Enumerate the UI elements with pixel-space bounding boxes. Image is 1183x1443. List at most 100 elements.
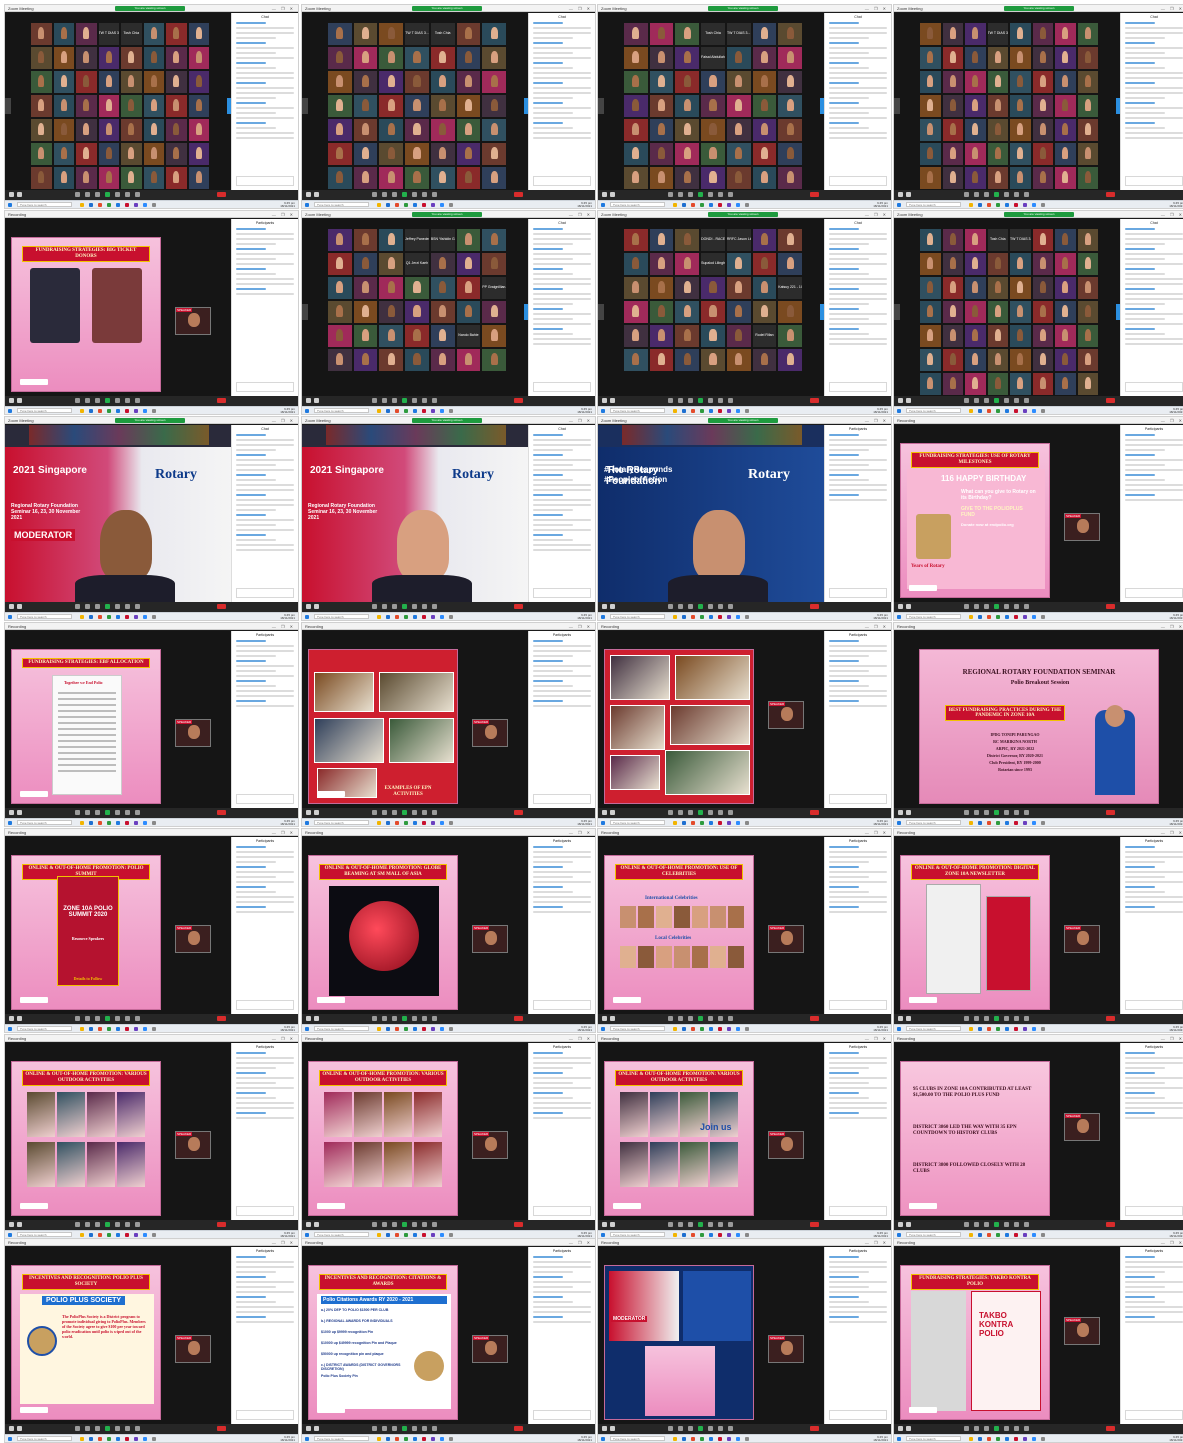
control-button[interactable] (602, 398, 607, 403)
participant-tile[interactable] (1077, 253, 1098, 275)
control-button[interactable] (306, 604, 311, 609)
participant-tile[interactable] (405, 167, 429, 189)
participant-row[interactable] (236, 1062, 294, 1064)
control-button[interactable] (432, 604, 437, 609)
participant-tile[interactable] (143, 47, 164, 69)
taskbar-search-input[interactable]: Type here to search (610, 820, 665, 825)
participant-tile[interactable] (675, 71, 700, 93)
participant-tile[interactable] (942, 301, 963, 323)
control-button[interactable] (372, 604, 377, 609)
participant-row[interactable] (236, 871, 294, 873)
participants-actions[interactable] (236, 1000, 294, 1010)
participant-row[interactable] (533, 660, 563, 662)
control-button[interactable] (382, 1426, 387, 1431)
participant-tile[interactable] (405, 71, 429, 93)
taskbar-app-icon[interactable] (98, 615, 102, 619)
taskbar-app-icon[interactable] (1041, 615, 1045, 619)
leave-button[interactable] (217, 192, 226, 197)
participant-tile[interactable] (456, 301, 481, 323)
control-button[interactable] (708, 604, 713, 609)
control-button[interactable] (1024, 1016, 1029, 1021)
taskbar-app-icon[interactable] (449, 203, 453, 207)
participant-tile[interactable] (624, 301, 648, 323)
leave-button[interactable] (514, 192, 523, 197)
taskbar-app-icon[interactable] (1014, 1027, 1018, 1031)
taskbar-app-icon[interactable] (152, 1027, 156, 1031)
participant-row[interactable] (829, 655, 869, 657)
participant-row[interactable] (533, 675, 591, 677)
participant-tile[interactable] (430, 95, 455, 117)
taskbar-app-icon[interactable] (718, 1027, 722, 1031)
control-button[interactable] (1004, 1222, 1009, 1227)
participant-tile[interactable] (649, 143, 674, 165)
control-button[interactable] (718, 604, 723, 609)
leave-button[interactable] (1106, 810, 1115, 815)
control-button[interactable] (898, 1222, 903, 1227)
chat-input[interactable] (533, 588, 591, 598)
taskbar-app-icon[interactable] (377, 821, 381, 825)
control-button[interactable] (898, 398, 903, 403)
control-button[interactable] (1014, 1426, 1019, 1431)
window-controls[interactable]: — ❐ ✕ (865, 1239, 888, 1246)
taskbar-app-icon[interactable] (89, 1437, 93, 1441)
taskbar-app-icon[interactable] (125, 1233, 129, 1237)
speaker-thumbnail[interactable]: SPEAKER (768, 1131, 804, 1159)
taskbar-app-icon[interactable] (134, 615, 138, 619)
control-button[interactable] (668, 192, 673, 197)
participant-row[interactable] (1125, 1082, 1165, 1084)
leave-button[interactable] (810, 192, 819, 197)
participant-tile[interactable] (121, 119, 142, 141)
control-button[interactable] (610, 1426, 615, 1431)
participant-tile[interactable] (328, 167, 352, 189)
participant-row[interactable] (829, 469, 887, 471)
control-button[interactable] (678, 1016, 683, 1021)
taskbar-app-icon[interactable] (386, 1437, 390, 1441)
participant-tile[interactable] (430, 253, 455, 275)
taskbar-app-icon[interactable] (969, 409, 973, 413)
control-button[interactable] (1024, 1426, 1029, 1431)
taskbar-app-icon[interactable] (673, 1027, 677, 1031)
participant-tile[interactable] (726, 47, 751, 69)
control-button[interactable] (718, 1016, 723, 1021)
window-controls[interactable]: — ❐ ✕ (1161, 1035, 1183, 1042)
participant-tile[interactable] (942, 119, 963, 141)
participant-row[interactable] (829, 851, 887, 853)
participant-row[interactable] (829, 886, 859, 888)
taskbar-app-icon[interactable] (98, 1437, 102, 1441)
participant-tile[interactable] (1032, 167, 1053, 189)
participant-row[interactable] (829, 705, 887, 707)
participant-tile[interactable] (379, 167, 404, 189)
control-button[interactable] (85, 1426, 90, 1431)
control-button[interactable] (85, 1016, 90, 1021)
control-button[interactable] (688, 604, 693, 609)
participant-tile[interactable] (353, 229, 378, 251)
taskbar-app-icon[interactable] (1032, 1233, 1036, 1237)
participant-row[interactable] (829, 670, 869, 672)
taskbar-app-icon[interactable] (718, 821, 722, 825)
participant-tile[interactable] (328, 349, 352, 371)
participant-tile[interactable] (920, 143, 941, 165)
participant-tile[interactable]: TW T DIAS 3... (405, 23, 429, 45)
participant-tile[interactable] (53, 47, 74, 69)
participant-row[interactable] (829, 1291, 887, 1293)
participant-tile[interactable] (379, 143, 404, 165)
participant-row[interactable] (1125, 1271, 1165, 1273)
taskbar-app-icon[interactable] (1023, 615, 1027, 619)
taskbar-app-icon[interactable] (700, 1027, 704, 1031)
participant-row[interactable] (236, 1092, 266, 1094)
participant-tile[interactable] (1077, 301, 1098, 323)
taskbar-app-icon[interactable] (413, 615, 417, 619)
control-button[interactable] (125, 810, 130, 815)
participant-tile[interactable] (1055, 277, 1076, 299)
participant-row[interactable] (1125, 1291, 1183, 1293)
participant-row[interactable] (533, 1107, 591, 1109)
control-button[interactable] (994, 192, 999, 197)
control-button[interactable] (718, 398, 723, 403)
participant-tile[interactable] (778, 143, 802, 165)
control-button[interactable] (610, 810, 615, 815)
taskbar-app-icon[interactable] (413, 409, 417, 413)
control-button[interactable] (610, 1016, 615, 1021)
participant-tile[interactable] (1010, 349, 1031, 371)
participant-row[interactable] (1125, 1276, 1155, 1278)
participant-tile[interactable] (778, 23, 802, 45)
